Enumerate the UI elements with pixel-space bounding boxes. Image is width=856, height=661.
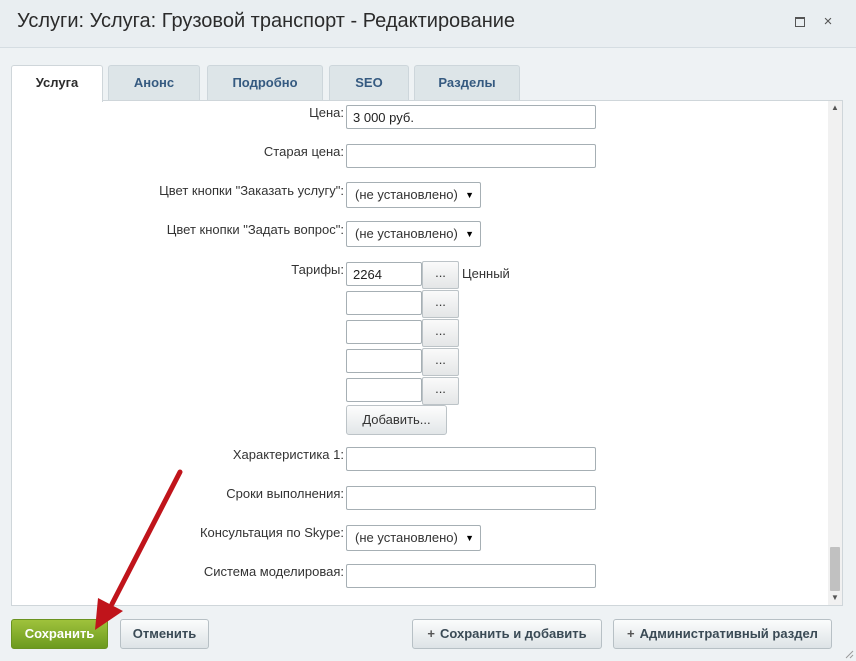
save-button[interactable]: Сохранить — [11, 619, 108, 649]
window-title: Услуги: Услуга: Грузовой транспорт - Ред… — [17, 10, 516, 32]
price-input[interactable] — [346, 105, 596, 129]
tariffs-label: Тарифы: — [291, 262, 344, 277]
tariff-browse-button[interactable]: ... — [422, 290, 459, 318]
skype-value: (не установлено) — [355, 530, 458, 545]
tariff-browse-button[interactable]: ... — [422, 348, 459, 376]
order-button-color-value: (не установлено) — [355, 187, 458, 202]
tariff-browse-button[interactable]: ... — [422, 319, 459, 347]
close-icon[interactable]: × — [820, 14, 836, 30]
admin-section-button[interactable]: + Административный раздел — [613, 619, 832, 649]
modeling-input[interactable] — [346, 564, 596, 588]
modeling-label: Система моделировая: — [203, 564, 344, 579]
order-button-color-select[interactable]: (не установлено) ▼ — [346, 182, 481, 208]
form-panel: Цена: Старая цена: Цвет кнопки "Заказать… — [11, 100, 843, 606]
old-price-label: Старая цена: — [263, 144, 344, 159]
question-button-color-value: (не установлено) — [355, 226, 458, 241]
tab-seo[interactable]: SEO — [329, 65, 409, 100]
tariff-input[interactable] — [346, 349, 422, 373]
tariff-input[interactable] — [346, 291, 422, 315]
scroll-up-icon[interactable]: ▲ — [828, 101, 842, 115]
window-titlebar: Услуги: Услуга: Грузовой транспорт - Ред… — [0, 0, 856, 48]
scroll-down-icon[interactable]: ▼ — [828, 591, 842, 605]
tab-service[interactable]: Услуга — [11, 65, 103, 102]
save-and-add-button[interactable]: + Сохранить и добавить — [412, 619, 602, 649]
dropdown-arrow-icon: ▼ — [465, 533, 474, 543]
tariff-input[interactable] — [346, 320, 422, 344]
tab-details[interactable]: Подробно — [207, 65, 323, 100]
vertical-scrollbar[interactable]: ▲ ▼ — [828, 101, 842, 605]
question-button-color-label: Цвет кнопки "Задать вопрос": — [166, 222, 344, 237]
tariff-browse-button[interactable]: ... — [422, 261, 459, 289]
scrollbar-thumb[interactable] — [830, 547, 840, 591]
question-button-color-select[interactable]: (не установлено) ▼ — [346, 221, 481, 247]
old-price-input[interactable] — [346, 144, 596, 168]
add-tariff-button[interactable]: Добавить... — [346, 405, 447, 435]
characteristic-input[interactable] — [346, 447, 596, 471]
cancel-button[interactable]: Отменить — [120, 619, 209, 649]
tab-announce[interactable]: Анонс — [108, 65, 200, 100]
characteristic-label: Характеристика 1: — [232, 447, 344, 462]
tariff-browse-button[interactable]: ... — [422, 377, 459, 405]
tab-sections[interactable]: Разделы — [414, 65, 520, 100]
tariff-input[interactable] — [346, 378, 422, 402]
dropdown-arrow-icon: ▼ — [465, 229, 474, 239]
skype-select[interactable]: (не установлено) ▼ — [346, 525, 481, 551]
plus-icon: + — [427, 626, 435, 641]
price-label: Цена: — [309, 105, 344, 120]
skype-label: Консультация по Skype: — [199, 525, 344, 540]
save-and-add-label: Сохранить и добавить — [439, 626, 587, 641]
tariff-input[interactable] — [346, 262, 422, 286]
tariff-name: Ценный — [462, 266, 510, 281]
resize-grip-icon[interactable] — [844, 649, 854, 659]
deadlines-label: Сроки выполнения: — [226, 486, 344, 501]
dropdown-arrow-icon: ▼ — [465, 190, 474, 200]
plus-icon: + — [627, 626, 635, 641]
maximize-icon[interactable] — [792, 14, 808, 30]
admin-section-label: Административный раздел — [639, 626, 818, 641]
deadlines-input[interactable] — [346, 486, 596, 510]
order-button-color-label: Цвет кнопки "Заказать услугу": — [159, 183, 344, 198]
